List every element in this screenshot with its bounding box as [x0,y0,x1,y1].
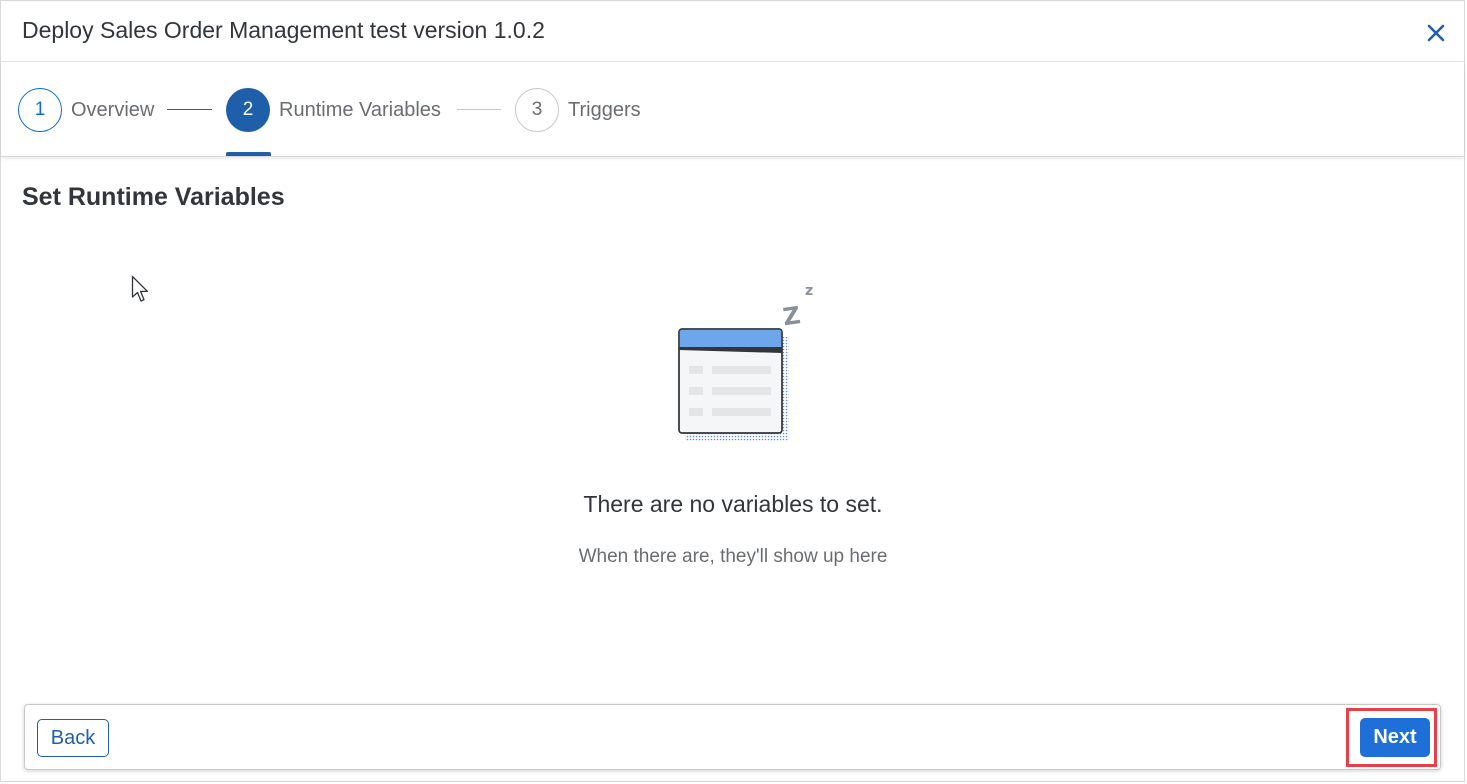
section-title: Set Runtime Variables [22,183,285,211]
mouse-pointer-icon [131,275,149,302]
step-connector-1 [167,109,212,110]
active-step-indicator [226,152,271,156]
step-number-2: 2 [226,88,270,132]
deploy-dialog: Deploy Sales Order Management test versi… [0,0,1465,782]
step-number-1: 1 [18,88,62,132]
close-icon [1427,24,1445,42]
close-button[interactable] [1422,19,1450,47]
wizard-step-runtime-variables[interactable]: 2 Runtime Variables [226,86,441,134]
next-button[interactable]: Next [1360,718,1430,757]
back-button[interactable]: Back [37,719,109,757]
dialog-footer: Back Next [24,704,1441,770]
wizard-step-triggers[interactable]: 3 Triggers [515,86,641,134]
step-connector-2 [457,109,501,110]
step-label-overview: Overview [71,98,155,121]
wizard-progress-bar: 1 Overview 2 Runtime Variables 3 Trigger… [1,62,1464,157]
step-label-runtime-variables: Runtime Variables [279,98,441,121]
empty-state-subtitle: When there are, they'll show up here [578,546,888,567]
dialog-title: Deploy Sales Order Management test versi… [22,17,545,43]
step-number-3: 3 [515,88,559,132]
svg-text:Z: Z [781,301,802,331]
empty-state-title: There are no variables to set. [583,491,883,517]
dialog-header: Deploy Sales Order Management test versi… [1,1,1464,62]
sleeping-table-illustration: Z z [678,283,813,441]
step-label-triggers: Triggers [568,98,641,121]
wizard-step-overview[interactable]: 1 Overview [18,86,154,134]
svg-text:z: z [805,283,813,299]
